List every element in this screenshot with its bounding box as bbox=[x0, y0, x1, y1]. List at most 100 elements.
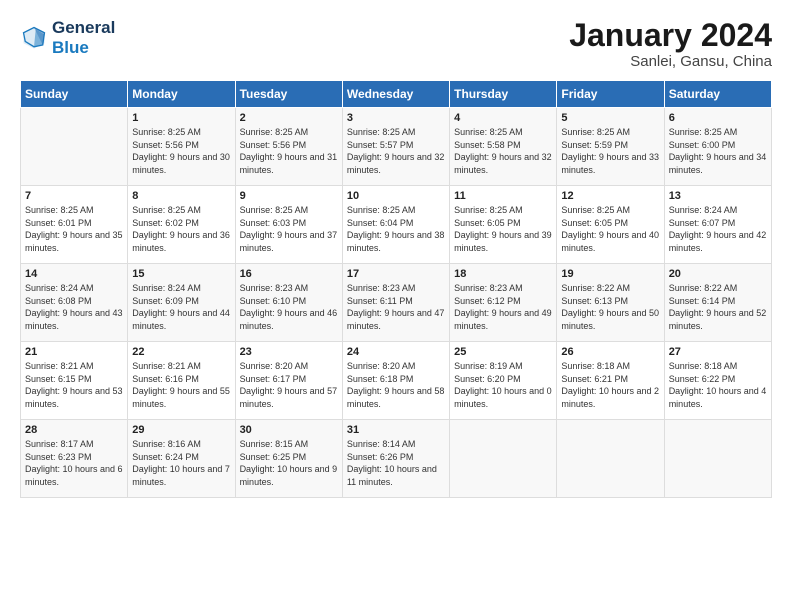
day-detail: Sunrise: 8:23 AMSunset: 6:11 PMDaylight:… bbox=[347, 282, 445, 332]
col-header-tuesday: Tuesday bbox=[235, 81, 342, 108]
col-header-thursday: Thursday bbox=[450, 81, 557, 108]
day-number: 28 bbox=[25, 424, 123, 436]
logo-icon bbox=[20, 24, 48, 52]
logo: General Blue bbox=[20, 18, 115, 57]
col-header-wednesday: Wednesday bbox=[342, 81, 449, 108]
calendar-cell: 30Sunrise: 8:15 AMSunset: 6:25 PMDayligh… bbox=[235, 420, 342, 498]
day-number: 25 bbox=[454, 346, 552, 358]
day-number: 1 bbox=[132, 112, 230, 124]
day-detail: Sunrise: 8:23 AMSunset: 6:12 PMDaylight:… bbox=[454, 282, 552, 332]
calendar-cell: 26 Sunrise: 8:18 AMSunset: 6:21 PMDayligh… bbox=[557, 342, 664, 420]
col-header-saturday: Saturday bbox=[664, 81, 771, 108]
day-detail: Sunrise: 8:24 AMSunset: 6:07 PMDaylight:… bbox=[669, 204, 767, 254]
day-detail: Sunrise: 8:17 AMSunset: 6:23 PMDaylight:… bbox=[25, 438, 123, 488]
day-number: 24 bbox=[347, 346, 445, 358]
logo-text: General Blue bbox=[52, 18, 115, 57]
day-number: 14 bbox=[25, 268, 123, 280]
calendar-cell: 2 Sunrise: 8:25 AMSunset: 5:56 PMDaylight… bbox=[235, 108, 342, 186]
day-number: 23 bbox=[240, 346, 338, 358]
day-number: 6 bbox=[669, 112, 767, 124]
day-number: 31 bbox=[347, 424, 445, 436]
day-detail: Sunrise: 8:22 AMSunset: 6:13 PMDaylight:… bbox=[561, 282, 659, 332]
calendar-cell: 1Sunrise: 8:25 AMSunset: 5:56 PMDaylight… bbox=[128, 108, 235, 186]
calendar-cell: 17 Sunrise: 8:23 AMSunset: 6:11 PMDayligh… bbox=[342, 264, 449, 342]
calendar-cell bbox=[664, 420, 771, 498]
day-number: 12 bbox=[561, 190, 659, 202]
calendar-cell: 21Sunrise: 8:21 AMSunset: 6:15 PMDayligh… bbox=[21, 342, 128, 420]
day-number: 11 bbox=[454, 190, 552, 202]
day-detail: Sunrise: 8:25 AMSunset: 5:59 PMDaylight:… bbox=[561, 126, 659, 176]
week-row-3: 21Sunrise: 8:21 AMSunset: 6:15 PMDayligh… bbox=[21, 342, 772, 420]
day-detail: Sunrise: 8:18 AMSunset: 6:21 PMDaylight:… bbox=[561, 360, 659, 410]
col-header-monday: Monday bbox=[128, 81, 235, 108]
calendar-cell: 10 Sunrise: 8:25 AMSunset: 6:04 PMDayligh… bbox=[342, 186, 449, 264]
day-number: 5 bbox=[561, 112, 659, 124]
col-header-friday: Friday bbox=[557, 81, 664, 108]
calendar-cell: 6 Sunrise: 8:25 AMSunset: 6:00 PMDaylight… bbox=[664, 108, 771, 186]
calendar-cell bbox=[21, 108, 128, 186]
calendar-cell: 9 Sunrise: 8:25 AMSunset: 6:03 PMDaylight… bbox=[235, 186, 342, 264]
calendar-cell: 29Sunrise: 8:16 AMSunset: 6:24 PMDayligh… bbox=[128, 420, 235, 498]
day-detail: Sunrise: 8:19 AMSunset: 6:20 PMDaylight:… bbox=[454, 360, 552, 410]
day-number: 27 bbox=[669, 346, 767, 358]
day-number: 16 bbox=[240, 268, 338, 280]
day-number: 22 bbox=[132, 346, 230, 358]
calendar-cell bbox=[450, 420, 557, 498]
day-detail: Sunrise: 8:25 AMSunset: 5:57 PMDaylight:… bbox=[347, 126, 445, 176]
calendar-cell: 19Sunrise: 8:22 AMSunset: 6:13 PMDayligh… bbox=[557, 264, 664, 342]
title-block: January 2024 Sanlei, Gansu, China bbox=[569, 18, 772, 70]
calendar-cell: 8 Sunrise: 8:25 AMSunset: 6:02 PMDaylight… bbox=[128, 186, 235, 264]
week-row-2: 14 Sunrise: 8:24 AMSunset: 6:08 PMDayligh… bbox=[21, 264, 772, 342]
day-detail: Sunrise: 8:25 AMSunset: 6:03 PMDaylight:… bbox=[240, 204, 338, 254]
week-row-1: 7Sunrise: 8:25 AMSunset: 6:01 PMDaylight… bbox=[21, 186, 772, 264]
day-detail: Sunrise: 8:25 AMSunset: 5:58 PMDaylight:… bbox=[454, 126, 552, 176]
col-header-sunday: Sunday bbox=[21, 81, 128, 108]
calendar-cell: 20Sunrise: 8:22 AMSunset: 6:14 PMDayligh… bbox=[664, 264, 771, 342]
day-detail: Sunrise: 8:18 AMSunset: 6:22 PMDaylight:… bbox=[669, 360, 767, 410]
page: General Blue January 2024 Sanlei, Gansu,… bbox=[0, 0, 792, 612]
calendar-cell: 24Sunrise: 8:20 AMSunset: 6:18 PMDayligh… bbox=[342, 342, 449, 420]
day-number: 10 bbox=[347, 190, 445, 202]
day-detail: Sunrise: 8:21 AMSunset: 6:15 PMDaylight:… bbox=[25, 360, 123, 410]
calendar-cell: 22Sunrise: 8:21 AMSunset: 6:16 PMDayligh… bbox=[128, 342, 235, 420]
day-number: 15 bbox=[132, 268, 230, 280]
day-detail: Sunrise: 8:25 AMSunset: 6:01 PMDaylight:… bbox=[25, 204, 123, 254]
day-detail: Sunrise: 8:24 AMSunset: 6:09 PMDaylight:… bbox=[132, 282, 230, 332]
day-number: 9 bbox=[240, 190, 338, 202]
day-number: 17 bbox=[347, 268, 445, 280]
calendar-cell: 3Sunrise: 8:25 AMSunset: 5:57 PMDaylight… bbox=[342, 108, 449, 186]
calendar-cell: 16Sunrise: 8:23 AMSunset: 6:10 PMDayligh… bbox=[235, 264, 342, 342]
day-detail: Sunrise: 8:25 AMSunset: 6:00 PMDaylight:… bbox=[669, 126, 767, 176]
calendar-cell: 13 Sunrise: 8:24 AMSunset: 6:07 PMDayligh… bbox=[664, 186, 771, 264]
calendar-cell: 5 Sunrise: 8:25 AMSunset: 5:59 PMDaylight… bbox=[557, 108, 664, 186]
day-detail: Sunrise: 8:14 AMSunset: 6:26 PMDaylight:… bbox=[347, 438, 445, 488]
day-number: 4 bbox=[454, 112, 552, 124]
calendar-cell bbox=[557, 420, 664, 498]
calendar-cell: 14 Sunrise: 8:24 AMSunset: 6:08 PMDayligh… bbox=[21, 264, 128, 342]
day-number: 13 bbox=[669, 190, 767, 202]
day-number: 8 bbox=[132, 190, 230, 202]
calendar-cell: 25 Sunrise: 8:19 AMSunset: 6:20 PMDayligh… bbox=[450, 342, 557, 420]
calendar-cell: 4 Sunrise: 8:25 AMSunset: 5:58 PMDaylight… bbox=[450, 108, 557, 186]
day-detail: Sunrise: 8:24 AMSunset: 6:08 PMDaylight:… bbox=[25, 282, 123, 332]
day-number: 30 bbox=[240, 424, 338, 436]
day-detail: Sunrise: 8:25 AMSunset: 6:04 PMDaylight:… bbox=[347, 204, 445, 254]
day-number: 2 bbox=[240, 112, 338, 124]
header: General Blue January 2024 Sanlei, Gansu,… bbox=[20, 18, 772, 70]
calendar-cell: 15 Sunrise: 8:24 AMSunset: 6:09 PMDayligh… bbox=[128, 264, 235, 342]
day-detail: Sunrise: 8:25 AMSunset: 5:56 PMDaylight:… bbox=[240, 126, 338, 176]
day-detail: Sunrise: 8:20 AMSunset: 6:17 PMDaylight:… bbox=[240, 360, 338, 410]
calendar-table: SundayMondayTuesdayWednesdayThursdayFrid… bbox=[20, 80, 772, 498]
day-detail: Sunrise: 8:25 AMSunset: 6:02 PMDaylight:… bbox=[132, 204, 230, 254]
page-subtitle: Sanlei, Gansu, China bbox=[569, 53, 772, 70]
calendar-cell: 31 Sunrise: 8:14 AMSunset: 6:26 PMDayligh… bbox=[342, 420, 449, 498]
calendar-cell: 18 Sunrise: 8:23 AMSunset: 6:12 PMDayligh… bbox=[450, 264, 557, 342]
calendar-cell: 7Sunrise: 8:25 AMSunset: 6:01 PMDaylight… bbox=[21, 186, 128, 264]
day-number: 18 bbox=[454, 268, 552, 280]
calendar-cell: 27 Sunrise: 8:18 AMSunset: 6:22 PMDayligh… bbox=[664, 342, 771, 420]
day-number: 26 bbox=[561, 346, 659, 358]
day-detail: Sunrise: 8:25 AMSunset: 6:05 PMDaylight:… bbox=[561, 204, 659, 254]
day-detail: Sunrise: 8:25 AMSunset: 6:05 PMDaylight:… bbox=[454, 204, 552, 254]
page-title: January 2024 bbox=[569, 18, 772, 53]
day-detail: Sunrise: 8:16 AMSunset: 6:24 PMDaylight:… bbox=[132, 438, 230, 488]
